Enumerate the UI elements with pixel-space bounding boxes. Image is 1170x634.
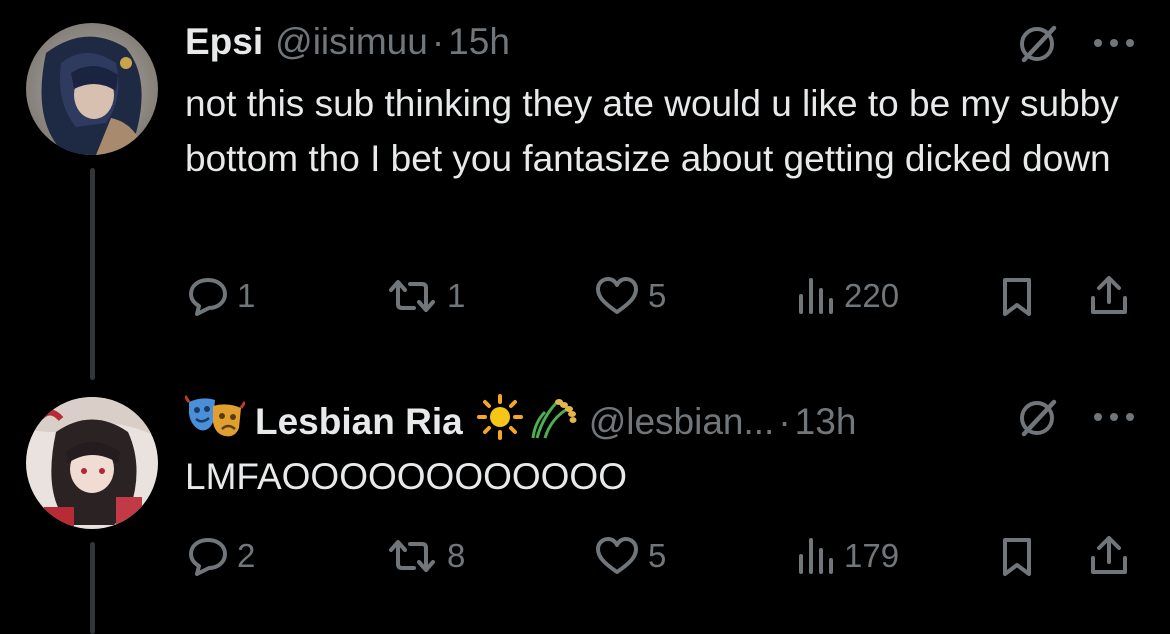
repost-count: 1 [447,277,466,314]
tweet-text: LMFAOOOOOOOOOOOO [185,456,627,497]
repost-button[interactable]: 1 [385,276,465,316]
bookmark-button[interactable] [1000,276,1034,318]
timestamp[interactable]: 15h [448,20,510,64]
views-icon [796,536,836,576]
sheaf-of-rice-emoji [529,394,577,450]
tweet-header: Lesbian Ria @lesbian... · 13h [183,394,857,450]
like-button[interactable]: 5 [594,536,666,576]
share-button[interactable] [1087,534,1131,578]
like-button[interactable]: 5 [594,276,666,316]
thread-line-top [90,168,95,380]
share-icon [1087,534,1131,578]
sun-emoji [476,394,523,450]
thread-line-bottom [90,542,95,634]
share-icon [1087,274,1131,318]
reply-count: 2 [237,537,256,574]
share-button[interactable] [1087,274,1131,318]
views-button[interactable]: 220 [796,276,899,316]
more-icon[interactable] [1092,410,1136,428]
like-icon [594,276,640,316]
display-name[interactable]: Lesbian Ria [255,400,463,444]
avatar[interactable] [26,397,158,529]
grok-icon[interactable] [1016,396,1060,445]
repost-icon [385,276,439,316]
views-icon [796,276,836,316]
separator: · [778,401,791,442]
bookmark-button[interactable] [1000,536,1034,578]
separator: · [431,21,445,62]
bookmark-icon [1000,536,1034,578]
handle[interactable]: @lesbian... [589,400,775,444]
repost-button[interactable]: 8 [385,536,465,576]
like-count: 5 [648,277,667,314]
repost-count: 8 [447,537,466,574]
handle[interactable]: @iisimuu [275,20,428,64]
reply-icon [187,536,229,576]
avatar[interactable] [26,23,158,155]
like-icon [594,536,640,576]
reply-icon [187,276,229,316]
more-icon[interactable] [1092,36,1136,54]
views-count: 220 [844,277,900,314]
views-button[interactable]: 179 [796,536,899,576]
grok-icon[interactable] [1016,22,1060,71]
reply-count: 1 [237,277,256,314]
like-count: 5 [648,537,667,574]
repost-icon [385,536,439,576]
bookmark-icon [1000,276,1034,318]
reply-button[interactable]: 1 [187,276,255,316]
reply-button[interactable]: 2 [187,536,255,576]
tweet-header: Epsi @iisimuu · 15h [185,20,510,64]
display-name[interactable]: Epsi [185,20,263,64]
timestamp[interactable]: 13h [795,400,857,444]
tweet-text: not this sub thinking they ate would u l… [185,83,1119,179]
performing-arts-emoji [183,394,247,450]
views-count: 179 [844,537,900,574]
